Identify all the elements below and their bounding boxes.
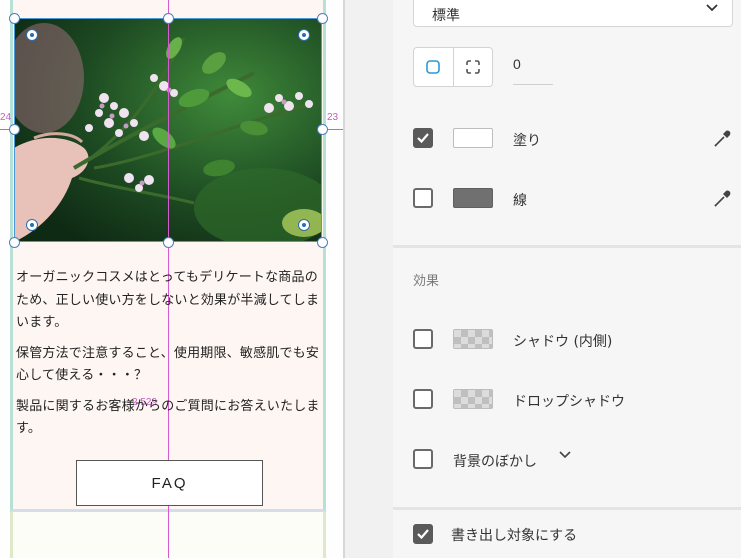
resize-handle-bottom[interactable] (163, 237, 174, 248)
corner-radius-input[interactable]: 0 (513, 56, 553, 72)
property-inspector: 標準 0 塗り 線 効果 シャドウ (内側) ドロップシャドウ 背景のぼかし 書… (345, 0, 741, 558)
inner-shadow-label: シャドウ (内側) (513, 334, 613, 350)
chevron-down-icon (706, 4, 718, 12)
corner-radius-handle-bottom-right[interactable] (298, 219, 310, 231)
measure-right: 23 (327, 112, 339, 123)
uniform-corner-button[interactable] (414, 48, 453, 86)
inner-shadow-swatch[interactable] (453, 329, 493, 349)
blend-mode-value: 標準 (432, 8, 460, 24)
section-divider (393, 507, 741, 510)
background-blur-checkbox[interactable] (413, 449, 433, 469)
fill-checkbox[interactable] (413, 128, 433, 148)
checkmark-icon (417, 133, 429, 144)
resize-handle-left[interactable] (9, 124, 20, 135)
measure-left: 24 (0, 112, 12, 123)
resize-handle-top-left[interactable] (9, 13, 20, 24)
blend-mode-select[interactable]: 標準 (413, 0, 733, 27)
fill-eyedropper-icon[interactable] (713, 128, 733, 148)
stroke-eyedropper-icon[interactable] (713, 188, 733, 208)
fill-color-swatch[interactable] (453, 128, 493, 148)
inner-shadow-checkbox[interactable] (413, 329, 433, 349)
body-paragraph-1: オーガニックコスメはとってもデリケートな商品のため、正しい使い方をしないと効果が… (16, 269, 320, 329)
corner-radius-underline (513, 84, 553, 85)
body-paragraph-3: 製品に関するお客様からのご質問にお答えいたします。 (16, 397, 320, 436)
stroke-label: 線 (513, 193, 527, 209)
background-blur-label: 背景のぼかし (453, 454, 537, 470)
section-divider (393, 245, 741, 248)
corner-type-toggle (413, 47, 493, 87)
export-checkbox[interactable] (413, 524, 433, 544)
export-label: 書き出し対象にする (451, 528, 578, 544)
chevron-down-icon[interactable] (559, 451, 571, 459)
individual-corners-icon (465, 60, 480, 74)
corner-radius-handle-bottom-left[interactable] (26, 219, 38, 231)
drop-shadow-checkbox[interactable] (413, 389, 433, 409)
corner-radius-handle-top-left[interactable] (26, 29, 38, 41)
rounded-square-icon (426, 60, 441, 74)
stroke-checkbox[interactable] (413, 188, 433, 208)
faq-button[interactable]: FAQ (76, 460, 263, 506)
resize-handle-bottom-right[interactable] (317, 237, 328, 248)
body-paragraph-2: 保管方法で注意すること、使用期限、敏感肌でも安心して使える・・・？ (16, 344, 320, 383)
drop-shadow-label: ドロップシャドウ (513, 394, 625, 410)
resize-handle-right[interactable] (317, 124, 328, 135)
resize-handle-top[interactable] (163, 13, 174, 24)
resize-handle-top-right[interactable] (317, 13, 328, 24)
body-copy[interactable]: オーガニックコスメはとってもデリケートな商品のため、正しい使い方をしないと効果が… (16, 266, 322, 448)
resize-handle-bottom-left[interactable] (9, 237, 20, 248)
corner-radius-handle-top-right[interactable] (298, 29, 310, 41)
checkmark-icon (417, 529, 429, 540)
drop-shadow-swatch[interactable] (453, 389, 493, 409)
effects-heading: 効果 (413, 274, 440, 289)
fill-label: 塗り (513, 133, 541, 149)
per-corner-button[interactable] (452, 48, 493, 86)
stroke-color-swatch[interactable] (453, 188, 493, 208)
design-canvas[interactable]: 24 23 2.529 オーガニックコスメはとってもデリケートな商品のため、正し… (0, 0, 345, 558)
